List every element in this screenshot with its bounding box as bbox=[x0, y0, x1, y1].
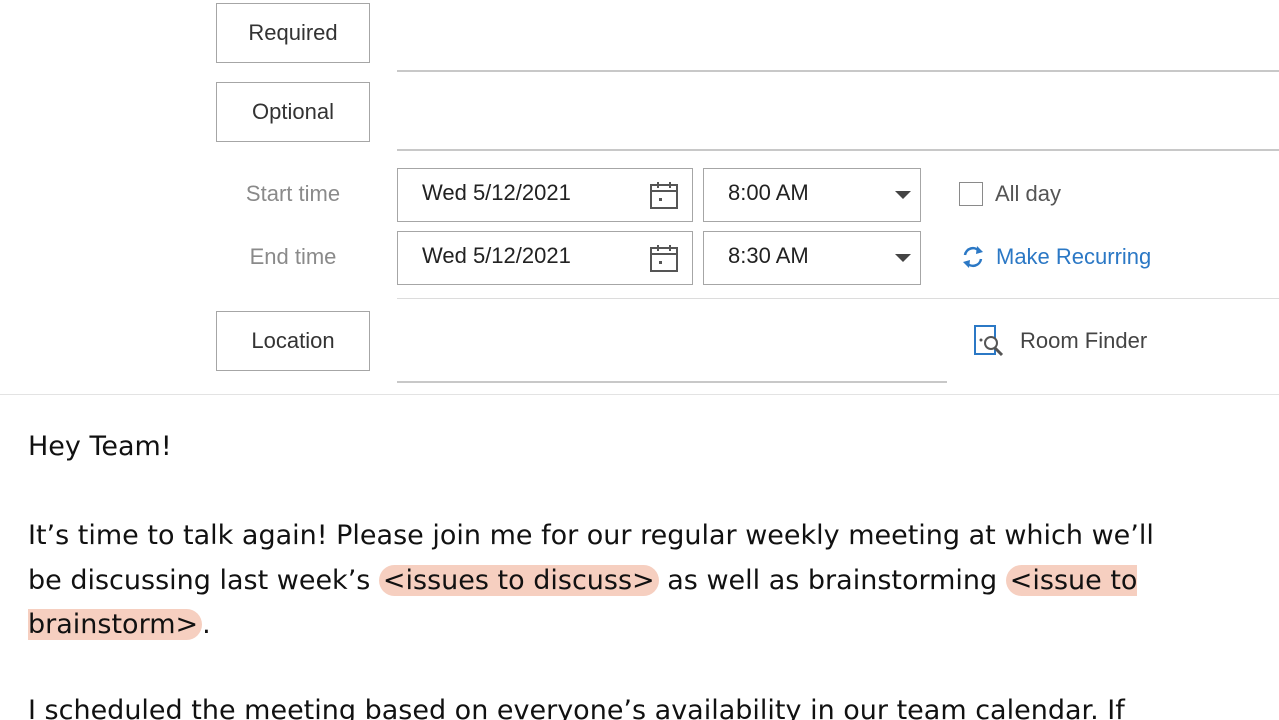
required-input[interactable] bbox=[397, 70, 1279, 72]
optional-label: Optional bbox=[252, 99, 334, 124]
divider bbox=[397, 298, 1279, 299]
end-time-dropdown[interactable]: 8:30 AM bbox=[703, 231, 921, 285]
start-time-value: 8:00 AM bbox=[728, 180, 809, 205]
required-button[interactable]: Required bbox=[216, 3, 370, 63]
end-date-picker[interactable]: Wed 5/12/2021 bbox=[397, 231, 693, 285]
make-recurring-label: Make Recurring bbox=[996, 244, 1152, 269]
paragraph-1: It’s time to talk again! Please join me … bbox=[28, 514, 1168, 648]
required-label: Required bbox=[248, 20, 338, 45]
placeholder-highlight: <issues to discuss> bbox=[378, 564, 659, 596]
chevron-down-icon[interactable] bbox=[892, 251, 914, 265]
start-date-picker[interactable]: Wed 5/12/2021 bbox=[397, 168, 693, 222]
meeting-header: Required Optional Start time Wed 5/12/20… bbox=[0, 0, 1279, 395]
room-finder-label: Room Finder bbox=[1020, 328, 1148, 353]
location-button[interactable]: Location bbox=[216, 311, 370, 371]
all-day-label: All day bbox=[995, 181, 1062, 206]
end-date-value: Wed 5/12/2021 bbox=[422, 243, 571, 268]
start-time-label: Start time bbox=[245, 181, 341, 206]
start-time-dropdown[interactable]: 8:00 AM bbox=[703, 168, 921, 222]
calendar-icon[interactable] bbox=[648, 179, 680, 211]
paragraph-2: I scheduled the meeting based on everyon… bbox=[28, 695, 1125, 720]
location-label: Location bbox=[251, 328, 335, 353]
make-recurring-link[interactable]: Make Recurring bbox=[958, 242, 1151, 272]
recurring-icon bbox=[963, 246, 983, 268]
all-day-checkbox[interactable] bbox=[959, 182, 983, 206]
paragraph-1-text: as well as brainstorming bbox=[658, 564, 1006, 596]
start-date-value: Wed 5/12/2021 bbox=[422, 180, 571, 205]
calendar-icon[interactable] bbox=[648, 242, 680, 274]
paragraph-1-text: . bbox=[202, 609, 211, 640]
meeting-compose-window: Required Optional Start time Wed 5/12/20… bbox=[0, 0, 1279, 720]
end-time-label: End time bbox=[249, 244, 337, 269]
end-time-value: 8:30 AM bbox=[728, 243, 809, 268]
optional-button[interactable]: Optional bbox=[216, 82, 370, 142]
message-body[interactable]: Hey Team! It’s time to talk again! Pleas… bbox=[0, 395, 1279, 720]
greeting: Hey Team! bbox=[28, 431, 172, 462]
chevron-down-icon[interactable] bbox=[892, 188, 914, 202]
room-finder-button[interactable]: Room Finder bbox=[972, 323, 1147, 359]
optional-input[interactable] bbox=[397, 149, 1279, 151]
room-finder-icon bbox=[974, 325, 1004, 357]
location-input[interactable] bbox=[397, 381, 947, 383]
